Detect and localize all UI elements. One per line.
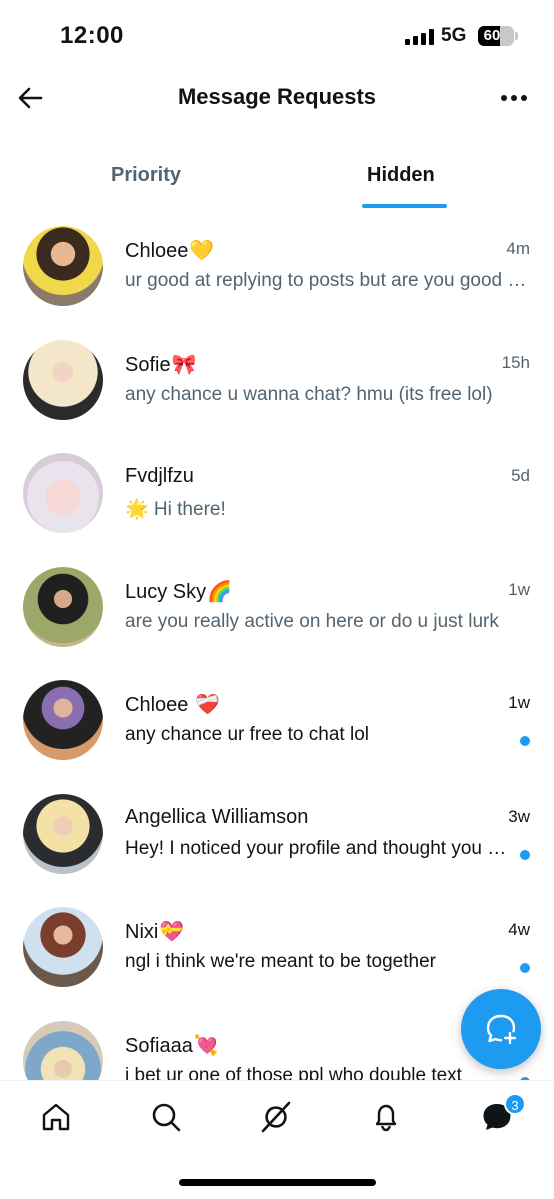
message-preview: Hey! I noticed your profile and thought … [125,837,509,859]
name-emoji: 💛 [189,240,215,262]
conversation-row[interactable]: Nixi💝 4w ngl i think we're meant to be t… [0,903,554,1017]
conversation-row[interactable]: Chloee💛 4m ur good at replying to posts … [0,222,554,336]
name-emoji: 💝 [159,921,185,943]
avatar [23,1020,103,1080]
unread-indicator [520,963,530,973]
battery-icon: 60 [478,26,514,46]
conversation-row[interactable]: Angellica Williamson 3w Hey! I noticed y… [0,790,554,904]
name-emoji: 💘 [193,1034,219,1057]
new-message-button[interactable] [461,989,541,1069]
sender-name: Chloee [125,694,194,716]
conversation-row[interactable]: Sofie🎀 15h any chance u wanna chat? hmu … [0,336,554,450]
sender-name: Sofiaaa [125,1034,193,1057]
sender-name: Lucy Sky [125,580,207,603]
page-title: Message Requests [177,84,377,109]
network-type: 5G [441,25,467,46]
message-request-list: Chloee💛 4m ur good at replying to posts … [0,222,554,1080]
more-options-button[interactable] [496,80,532,116]
home-indicator[interactable] [179,1179,376,1186]
conversation-time: 15h [501,352,530,372]
conversation-time: 1w [508,693,530,712]
conversation-time: 5d [511,466,530,485]
message-preview: ngl i think we're meant to be together [125,951,436,972]
conversation-name: Sofie🎀 [125,352,197,377]
messages-badge: 3 [504,1093,526,1115]
conversation-row[interactable]: Chloee ❤️‍🩹 1w any chance ur free to cha… [0,676,554,790]
conversation-name: Angellica Williamson [125,806,309,829]
message-preview: any chance u wanna chat? hmu (its free l… [125,383,493,405]
avatar [23,907,103,987]
avatar [23,453,103,533]
message-preview: are you really active on here or do u ju… [125,610,499,632]
more-horizontal-icon [501,95,527,101]
conversation-time: 1w [508,579,530,599]
nav-notifications[interactable] [368,1099,404,1135]
sender-name: Fvdjlfzu [125,465,194,487]
unread-indicator [520,736,530,746]
conversation-name: Nixi💝 [125,919,184,944]
sender-name: Chloee [125,240,189,262]
conversation-name: Lucy Sky🌈 [125,579,232,604]
unread-indicator [520,849,530,860]
sender-name: Angellica Williamson [125,805,309,828]
name-emoji: 🎀 [171,353,197,376]
status-bar: 12:00 5G 60 [0,0,554,72]
battery-tip [515,32,518,40]
name-emoji: ❤️‍🩹 [194,694,220,716]
search-icon [152,1103,181,1132]
conversation-time: 4w [508,920,530,939]
avatar [23,793,103,874]
conversation-time: 3w [508,806,530,826]
tab-priority[interactable]: Priority [111,164,181,187]
conversation-name: Chloee ❤️‍🩹 [125,692,220,717]
avatar [23,680,103,760]
sender-name: Sofie [125,353,171,376]
nav-grok[interactable] [258,1099,294,1135]
nav-home[interactable] [38,1099,74,1135]
conversation-row[interactable]: Fvdjlfzu 5d 🌟 Hi there! [0,449,554,563]
message-preview: any chance ur free to chat lol [125,724,369,745]
conversation-time: 4m [506,239,530,258]
cellular-signal-icon [405,29,435,45]
new-message-icon [486,1014,517,1045]
message-preview: i bet ur one of those ppl who double tex… [125,1064,462,1081]
bottom-nav: 3 [0,1080,554,1155]
status-time: 12:00 [60,22,124,49]
home-icon [42,1103,70,1131]
avatar [23,339,103,420]
header: Message Requests [0,72,554,128]
conversation-name: Fvdjlfzu [125,465,195,488]
notifications-icon [375,1104,397,1132]
tab-hidden[interactable]: Hidden [367,164,435,187]
message-preview: ur good at replying to posts but are you… [125,270,527,291]
tab-bar: Priority Hidden [0,148,554,210]
active-tab-indicator [362,204,447,208]
nav-search[interactable] [148,1099,184,1135]
message-preview: 🌟 Hi there! [125,499,226,520]
conversation-name: Sofiaaa💘 [125,1033,219,1058]
conversation-row[interactable]: Lucy Sky🌈 1w are you really active on he… [0,563,554,677]
avatar [23,226,103,306]
name-emoji: 🌈 [207,580,233,603]
avatar [23,566,103,647]
battery-percentage: 60 [483,27,501,44]
conversation-name: Chloee💛 [125,238,214,263]
sender-name: Nixi [125,921,159,943]
grok-icon [261,1101,291,1133]
